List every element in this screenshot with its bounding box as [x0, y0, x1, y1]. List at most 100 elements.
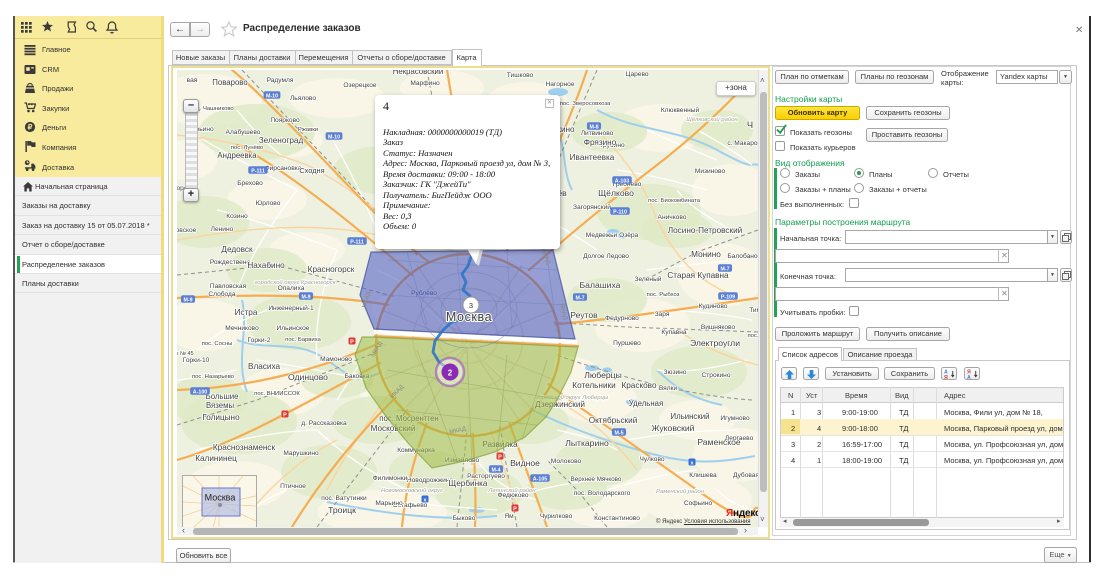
svg-text:Зеленоград: Зеленоград — [259, 136, 304, 145]
svg-text:Р: Р — [350, 339, 354, 345]
svg-text:М-5: М-5 — [614, 430, 623, 436]
svg-text:Ям: Ям — [504, 513, 514, 520]
svg-text:Сходня: Сходня — [299, 166, 324, 175]
svg-text:Строкино: Строкино — [702, 372, 731, 379]
svg-text:Опалиха: Опалиха — [278, 285, 305, 292]
svg-text:д. Чашниково: д. Чашниково — [196, 106, 234, 112]
svg-text:Федурново: Федурново — [605, 315, 639, 322]
svg-text:Нагорное: Нагорное — [546, 81, 575, 88]
svg-text:А: А — [967, 375, 971, 379]
svg-text:Слобода: Слобода — [208, 290, 235, 298]
svg-text:пос. ВНИИССОК: пос. ВНИИССОК — [254, 391, 300, 397]
svg-text:Медвежьи Озёра: Медвежьи Озёра — [586, 232, 639, 239]
svg-text:Лыткарино: Лыткарино — [565, 438, 609, 448]
svg-text:Радумля: Радумля — [267, 77, 294, 84]
svg-text:Фирсановка: Фирсановка — [265, 165, 302, 172]
svg-text:Нахабино: Нахабино — [247, 261, 285, 270]
svg-text:городской округ Красногорск: городской округ Красногорск — [254, 279, 335, 286]
svg-text:пос.: пос. — [747, 333, 758, 339]
svg-text:с. Макарово: с. Макарово — [727, 140, 758, 147]
svg-text:Пуршево: Пуршево — [613, 340, 641, 347]
svg-text:пос. Рыбхоз: пос. Рыбхоз — [647, 292, 680, 298]
svg-text:М-10: М-10 — [328, 134, 340, 140]
svg-text:Купавна: Купавна — [661, 329, 687, 336]
svg-text:Павловская: Павловская — [210, 283, 247, 290]
svg-text:Молоково: Молоково — [551, 458, 582, 465]
svg-text:Долгое Ледово: Долгое Ледово — [583, 253, 629, 260]
svg-text:Мизиново: Мизиново — [695, 168, 726, 175]
svg-text:Р-110: Р-110 — [613, 209, 627, 215]
svg-text:пос. Сосны: пос. Сосны — [202, 341, 233, 347]
svg-text:Константиново: Константиново — [594, 515, 640, 522]
svg-text:Ленино: Ленино — [211, 226, 234, 233]
svg-text:Птичное: Птичное — [280, 483, 306, 490]
svg-text:М-10: М-10 — [266, 93, 278, 99]
svg-text:Щёлковский район: Щёлковский район — [686, 116, 738, 123]
svg-text:Поярково: Поярково — [270, 117, 300, 124]
svg-text:ловское: ловское — [177, 227, 197, 234]
svg-text:Поварово: Поварово — [212, 78, 248, 87]
svg-text:кино: кино — [557, 125, 575, 134]
svg-text:Чурилково: Чурилково — [540, 513, 573, 520]
svg-text:Озерецкое: Озерецкое — [343, 82, 376, 89]
svg-text:Ржавки: Ржавки — [298, 127, 318, 133]
svg-text:Тишково: Тишково — [507, 72, 534, 79]
svg-text:М-9: М-9 — [301, 294, 310, 300]
svg-text:Мамоново: Мамоново — [320, 356, 352, 363]
svg-text:Зелёный: Зелёный — [634, 275, 661, 283]
svg-text:Юрлово: Юрлово — [256, 200, 281, 207]
svg-text:М-8: М-8 — [589, 124, 598, 130]
svg-text:Загорянский: Загорянский — [573, 203, 611, 211]
svg-text:Щёлково: Щёлково — [598, 188, 634, 198]
svg-text:Кудиново: Кудиново — [699, 303, 728, 310]
svg-text:Тимо: Тимо — [749, 307, 758, 314]
svg-text:Электроугли: Электроугли — [690, 338, 740, 348]
svg-text:Лосино-Петровский: Лосино-Петровский — [668, 226, 743, 235]
svg-text:Брехово: Брехово — [237, 180, 263, 187]
svg-text:2: 2 — [448, 369, 453, 378]
svg-text:Новомосковский округ: Новомосковский округ — [381, 487, 443, 494]
svg-text:Монино: Монино — [691, 250, 721, 259]
svg-text:Щербинка: Щербинка — [449, 479, 488, 488]
svg-text:А-105: А-105 — [533, 476, 547, 482]
svg-text:Одинцово: Одинцово — [288, 372, 328, 382]
svg-text:Троицк: Троицк — [328, 505, 356, 515]
svg-text:д. Рассказовка: д. Рассказовка — [301, 420, 347, 427]
svg-text:Андреевка: Андреевка — [217, 151, 257, 160]
svg-text:вая: вая — [187, 77, 198, 84]
svg-text:А-100: А-100 — [193, 389, 207, 395]
svg-text:М-4: М-4 — [491, 467, 500, 473]
svg-text:Игумново: Игумново — [720, 415, 750, 422]
svg-text:Рождествено: Рождествено — [210, 259, 251, 266]
svg-text:Видное: Видное — [510, 458, 540, 468]
svg-text:Р-109: Р-109 — [721, 294, 735, 300]
svg-text:Котельники: Котельники — [572, 381, 615, 390]
svg-text:пос. Володарского: пос. Володарского — [574, 490, 631, 497]
svg-text:Балобаново: Балобаново — [727, 252, 758, 260]
svg-text:М-9: М-9 — [183, 297, 192, 303]
svg-text:Раменское: Раменское — [697, 437, 741, 447]
svg-text:Марфино: Марфино — [410, 80, 440, 87]
svg-text:Реутов: Реутов — [570, 310, 598, 320]
svg-text:Вишняково: Вишняково — [701, 324, 736, 331]
svg-text:Голицыно: Голицыно — [202, 413, 240, 422]
svg-text:Чулково: Чулково — [639, 456, 664, 463]
svg-text:Истра: Истра — [235, 308, 258, 317]
svg-text:Ч: Ч — [747, 119, 753, 130]
svg-text:Р-111: Р-111 — [251, 168, 265, 174]
svg-text:Вялки: Вялки — [659, 385, 678, 392]
svg-text:Литвиново: Литвиново — [581, 130, 614, 137]
svg-text:Власиха: Власиха — [248, 362, 280, 371]
svg-text:Козино: Козино — [226, 213, 248, 220]
svg-text:Инженерный-1: Инженерный-1 — [268, 304, 314, 312]
svg-text:Мечниково: Мечниково — [225, 325, 259, 332]
svg-text:Балашиха: Балашиха — [580, 280, 621, 290]
svg-text:Калининец: Калининец — [195, 454, 237, 463]
svg-text:Марушкино: Марушкино — [283, 450, 319, 457]
svg-text:Удельная: Удельная — [629, 399, 663, 408]
svg-text:М-7: М-7 — [720, 266, 729, 272]
svg-text:пос. Биокомбината: пос. Биокомбината — [648, 198, 701, 204]
svg-text:Клюквенный: Клюквенный — [661, 106, 700, 114]
svg-text:пос. Ватутинки: пос. Ватутинки — [321, 495, 367, 502]
svg-text:Ильинское: Ильинское — [277, 325, 310, 332]
